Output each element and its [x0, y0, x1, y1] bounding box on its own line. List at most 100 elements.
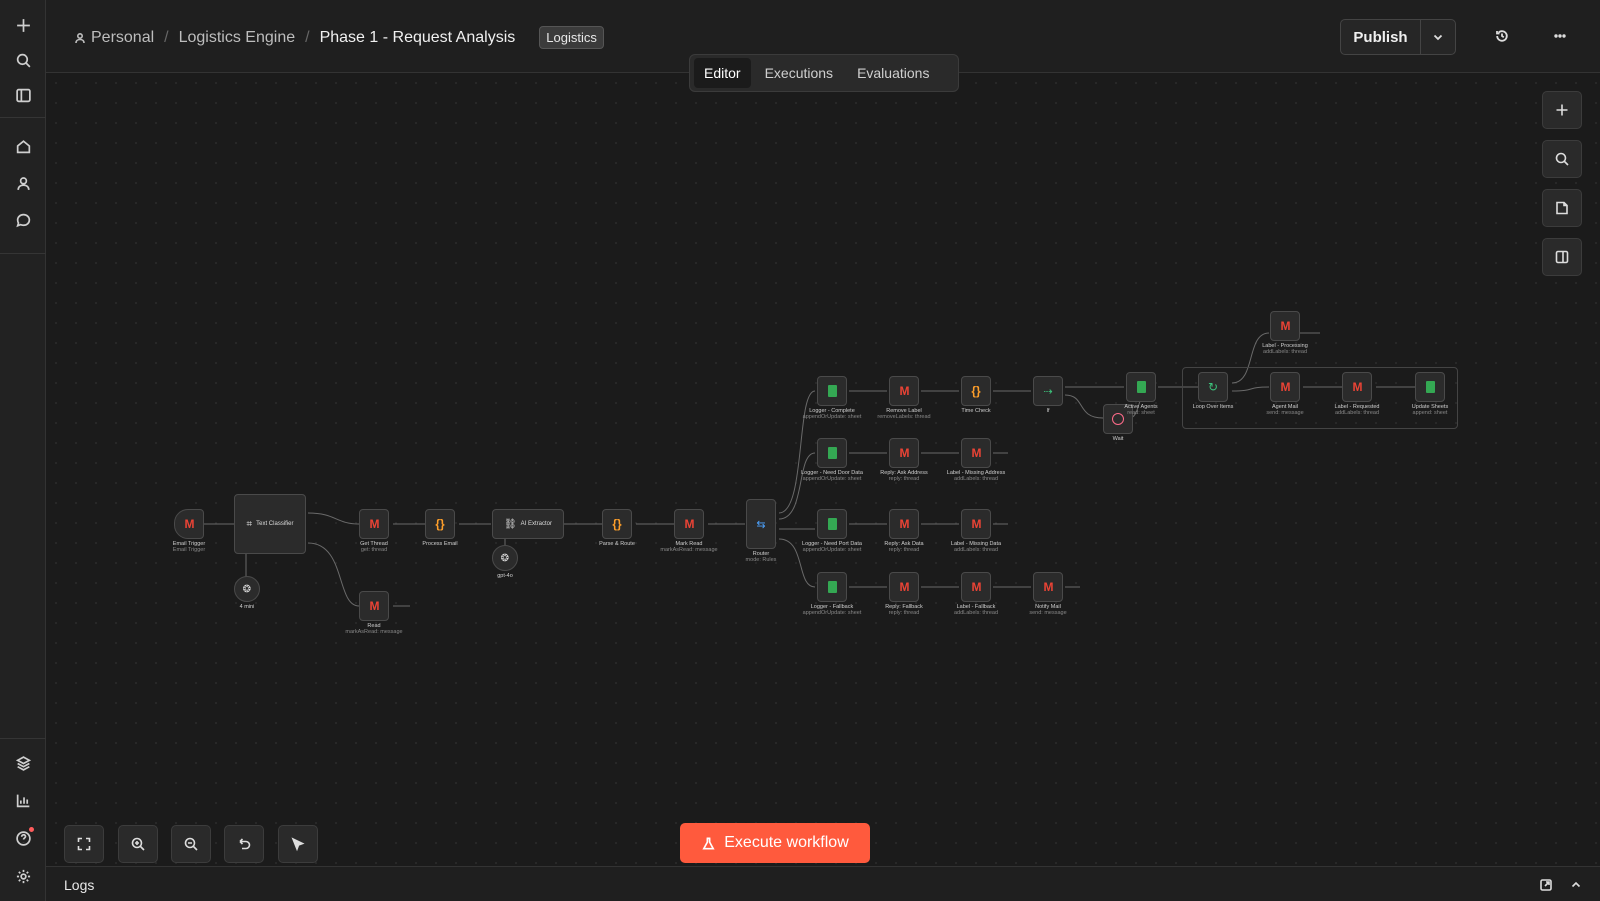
gmail-icon: M [899, 446, 910, 460]
zoom-in-button[interactable] [118, 825, 158, 863]
publish-dropdown[interactable] [1421, 20, 1455, 54]
tab-editor[interactable]: Editor [694, 58, 751, 88]
breadcrumb-folder[interactable]: Logistics Engine [179, 29, 296, 47]
node-reply-fallback[interactable]: M Reply: Fallback reply: thread [885, 572, 923, 616]
node-label: Label - Processing addLabels: thread [1262, 343, 1308, 355]
gmail-icon: M [369, 517, 380, 531]
node-get-thread[interactable]: M Get Thread get: thread [359, 509, 389, 553]
node-label: Remove Label removeLabels: thread [877, 408, 931, 420]
node-ai-extractor[interactable]: ⛓ AI Extractor [492, 509, 564, 539]
node-logger-fallback[interactable]: Logger - Fallback appendOrUpdate: sheet [803, 572, 861, 616]
chat-icon[interactable] [8, 205, 38, 235]
node-label: Read markAsRead: message [345, 623, 403, 635]
node-reply-address[interactable]: M Reply: Ask Address reply: thread [880, 438, 928, 482]
left-sidebar [0, 0, 46, 901]
node-active-agents[interactable]: Active Agents read: sheet [1124, 372, 1158, 416]
code-icon: {} [612, 517, 622, 531]
tag-icon: ⌗ [246, 518, 253, 530]
node-text-classifier[interactable]: ⌗ Text Classifier [234, 494, 306, 554]
node-label-missing-address[interactable]: M Label - Missing Address addLabels: threa… [947, 438, 1005, 482]
node-label: Logger - Complete appendOrUpdate: sheet [802, 408, 862, 420]
add-icon[interactable] [8, 10, 38, 40]
node-mark-read[interactable]: M Mark Read markAsRead: message [660, 509, 718, 553]
home-icon[interactable] [8, 131, 38, 161]
node-label-processing[interactable]: M Label - Processing addLabels: thread [1262, 311, 1308, 355]
node-label-fallback[interactable]: M Label - Fallback addLabels: thread [954, 572, 998, 616]
gmail-icon: M [1352, 380, 1363, 394]
history-icon[interactable] [1492, 26, 1512, 46]
node-read[interactable]: M Read markAsRead: message [345, 591, 403, 635]
insights-icon[interactable] [8, 785, 38, 815]
more-options-icon[interactable] [1550, 26, 1570, 46]
node-logger-port[interactable]: Logger - Need Port Data appendOrUpdate: s… [802, 509, 862, 553]
fit-view-button[interactable] [64, 825, 104, 863]
tab-evaluations[interactable]: Evaluations [847, 58, 939, 88]
sheets-icon [827, 581, 837, 593]
node-label: gpt-4o [497, 573, 513, 579]
node-loop-over-items[interactable]: ↻ Loop Over Items [1193, 372, 1233, 410]
gmail-icon: M [684, 517, 695, 531]
search-icon[interactable] [8, 45, 38, 75]
tab-executions[interactable]: Executions [755, 58, 843, 88]
panel-toggle-button[interactable] [1542, 238, 1582, 276]
sidebar-toggle-icon[interactable] [8, 80, 38, 110]
user-icon[interactable] [8, 168, 38, 198]
node-label: Logger - Need Door Data appendOrUpdate: s… [801, 470, 863, 482]
chevron-up-icon[interactable] [1568, 877, 1584, 893]
view-tabs: Editor Executions Evaluations [689, 54, 959, 92]
node-agent-mail[interactable]: M Agent Mail send: message [1266, 372, 1304, 416]
sticky-note-button[interactable] [1542, 189, 1582, 227]
node-notify-mail[interactable]: M Notify Mail send: message [1029, 572, 1067, 616]
node-label-missing-data[interactable]: M Label - Missing Data addLabels: thread [951, 509, 1001, 553]
undo-button[interactable] [224, 825, 264, 863]
code-icon: {} [435, 517, 445, 531]
node-label: Email Trigger Email Trigger [172, 541, 206, 553]
popout-icon[interactable] [1538, 877, 1554, 893]
node-label: Label - Missing Data addLabels: thread [950, 541, 1002, 553]
settings-icon[interactable] [8, 861, 38, 891]
node-model-classifier[interactable]: ❂ 4 mini [234, 576, 260, 610]
node-model-extractor[interactable]: ❂ gpt-4o [492, 545, 518, 579]
node-label: Reply: Ask Data reply: thread [884, 541, 924, 553]
node-reply-data[interactable]: M Reply: Ask Data reply: thread [884, 509, 924, 553]
divider [0, 738, 46, 739]
gmail-icon: M [899, 580, 910, 594]
zoom-out-button[interactable] [171, 825, 211, 863]
node-email-trigger[interactable]: M Email Trigger Email Trigger [173, 509, 205, 553]
help-icon[interactable] [8, 823, 38, 853]
gmail-icon: M [1280, 380, 1291, 394]
node-time-check[interactable]: {} Time Check [961, 376, 991, 414]
node-if[interactable]: ⇢ If [1033, 376, 1063, 414]
workflow-name[interactable]: Phase 1 - Request Analysis [320, 29, 516, 47]
gmail-icon: M [369, 599, 380, 613]
tidy-up-button[interactable] [278, 825, 318, 863]
gmail-icon: M [899, 517, 910, 531]
search-nodes-button[interactable] [1542, 140, 1582, 178]
breadcrumb: Personal / Logistics Engine / Phase 1 - … [74, 26, 604, 49]
node-router[interactable]: ⇆ Router mode: Rules [746, 499, 776, 563]
node-label: Loop Over Items [1192, 404, 1234, 410]
node-process-email[interactable]: {} Process Email [422, 509, 458, 547]
breadcrumb-project[interactable]: Personal [91, 29, 154, 47]
openai-icon: ❂ [500, 552, 510, 564]
logs-panel[interactable]: Logs [46, 866, 1600, 901]
openai-icon: ❂ [242, 583, 252, 595]
node-label: Reply: Ask Address reply: thread [880, 470, 928, 482]
templates-icon[interactable] [8, 748, 38, 778]
link-icon: ⛓ [503, 518, 517, 530]
workflow-tag[interactable]: Logistics [539, 26, 604, 49]
node-remove-label[interactable]: M Remove Label removeLabels: thread [877, 376, 931, 420]
node-logger-door[interactable]: Logger - Need Door Data appendOrUpdate: s… [801, 438, 863, 482]
node-parse-route[interactable]: {} Parse & Route [599, 509, 635, 547]
gmail-icon: M [971, 580, 982, 594]
node-label: Text Classifier [256, 521, 294, 527]
add-node-button[interactable] [1542, 91, 1582, 129]
workflow-canvas[interactable]: M Email Trigger Email Trigger ⌗ Text Classi… [46, 73, 1600, 866]
node-update-sheets[interactable]: Update Sheets append: sheet [1412, 372, 1448, 416]
pause-icon [1112, 413, 1124, 425]
node-label-requested[interactable]: M Label - Requested addLabels: thread [1335, 372, 1379, 416]
node-label: If [1046, 408, 1050, 414]
execute-workflow-button[interactable]: Execute workflow [680, 823, 870, 863]
publish-button[interactable]: Publish [1341, 20, 1421, 54]
node-logger-complete[interactable]: Logger - Complete appendOrUpdate: sheet [803, 376, 861, 420]
